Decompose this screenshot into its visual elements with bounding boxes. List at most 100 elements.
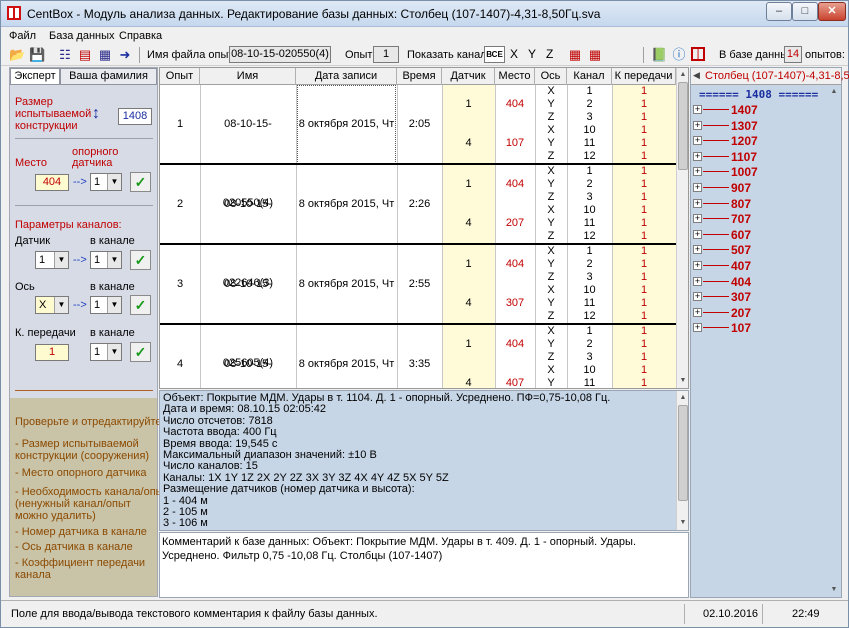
tab-expert[interactable]: Эксперт (10, 68, 60, 85)
experiment-field[interactable]: 1 (373, 46, 399, 63)
delete-channel-icon[interactable]: ▦ (567, 47, 583, 63)
tab-surname[interactable]: Ваша фамилия (60, 68, 157, 85)
sensor-channel-select[interactable]: 1 ▼ (90, 251, 122, 269)
table-row[interactable]: 3 08-10-15-025605(4) 8 октября 2015, Чт 2:5… (160, 245, 676, 369)
scroll-down-icon[interactable]: ▼ (677, 516, 688, 529)
table-row[interactable]: 2 08-10-15-022646(3) 8 октября 2015, Чт 2:2… (160, 165, 676, 289)
collapse-icon[interactable]: ◀ (693, 70, 700, 81)
scroll-thumb[interactable] (678, 405, 688, 501)
expand-icon[interactable]: + (693, 120, 702, 130)
expand-icon[interactable]: + (693, 167, 702, 177)
expand-icon[interactable]: + (693, 276, 702, 286)
col-header[interactable]: Время (397, 68, 442, 85)
scroll-thumb[interactable] (678, 82, 688, 170)
col-header[interactable]: Ось (535, 68, 567, 85)
arrow-right-icon[interactable]: ➜ (117, 47, 133, 63)
col-header[interactable]: Опыт (160, 68, 200, 85)
book-icon[interactable]: 📗 (651, 47, 667, 63)
tree-root[interactable]: ====== 1408 ====== (699, 88, 818, 101)
database-icon[interactable]: ▦ (97, 47, 113, 63)
delete-experiment-icon[interactable]: ▦ (587, 47, 603, 63)
menu-database[interactable]: База данных (49, 30, 115, 42)
info-scrollbar[interactable]: ▲ ▼ (676, 391, 688, 530)
table-row[interactable]: 1 08-10-15-020550(4) 8 октября 2015, Чт 2:0… (160, 85, 676, 209)
info-icon[interactable]: ⓘ (671, 47, 687, 63)
tree-item[interactable]: +707 (693, 212, 823, 226)
gain-channel-select[interactable]: 1 ▼ (90, 343, 122, 361)
divider (15, 138, 153, 139)
tree-item[interactable]: +507 (693, 243, 823, 257)
apply-place-button[interactable]: ✓ (130, 172, 151, 192)
divider (15, 205, 153, 206)
axis-select[interactable]: X ▼ (35, 296, 69, 314)
save-icon[interactable]: 💾 (29, 47, 45, 63)
tree-item[interactable]: +1407 (693, 103, 823, 117)
hint-line: конструкции (сооружения) (15, 450, 150, 462)
tree-item[interactable]: +1307 (693, 119, 823, 133)
scroll-up-icon[interactable]: ▲ (677, 391, 688, 404)
place-sensor-select[interactable]: 1 ▼ (90, 173, 122, 191)
db-comment-field[interactable]: Комментарий к базе данных: Объект: Покры… (159, 532, 689, 598)
tree-item[interactable]: +607 (693, 228, 823, 242)
tree-item[interactable]: +407 (693, 259, 823, 273)
table-icon[interactable]: ▤ (77, 47, 93, 63)
sensor-select[interactable]: 1 ▼ (35, 251, 69, 269)
tree-scrollbar[interactable]: ▲ ▼ (828, 85, 841, 597)
row-time: 2:05 (408, 118, 431, 130)
col-header[interactable]: Датчик (442, 68, 495, 85)
channel-y-button[interactable]: Y (528, 47, 536, 61)
scroll-up-icon[interactable]: ▲ (677, 68, 688, 81)
col-header[interactable]: Место (495, 68, 535, 85)
close-button[interactable]: ✕ (818, 2, 846, 21)
experiment-info-panel[interactable]: Объект: Покрытие МДМ. Удары в т. 1104. Д… (159, 390, 689, 531)
open-folder-icon[interactable]: 📂 (9, 47, 25, 63)
menu-help[interactable]: Справка (119, 30, 162, 42)
apply-axis-button[interactable]: ✓ (130, 295, 151, 315)
axis-channel-select[interactable]: 1 ▼ (90, 296, 122, 314)
tree-item[interactable]: +807 (693, 197, 823, 211)
scroll-down-icon[interactable]: ▼ (677, 374, 688, 387)
exit-icon[interactable]: | (691, 47, 705, 61)
channel-z-button[interactable]: Z (546, 47, 553, 61)
expand-icon[interactable]: + (693, 214, 702, 224)
place-input[interactable]: 404 (35, 174, 69, 191)
tree-item[interactable]: +1007 (693, 165, 823, 179)
apply-sensor-button[interactable]: ✓ (130, 250, 151, 270)
expand-icon[interactable]: + (693, 136, 702, 146)
expand-icon[interactable]: + (693, 198, 702, 208)
tree-item[interactable]: +107 (693, 321, 823, 335)
table-row[interactable]: 4 08-10-15-033558(3) 8 октября 2015, Чт 3:3… (160, 325, 676, 388)
tree-item[interactable]: +1107 (693, 150, 823, 164)
expand-icon[interactable]: + (693, 307, 702, 317)
col-header[interactable]: Имя (200, 68, 296, 85)
menu-file[interactable]: Файл (9, 30, 36, 42)
apply-gain-button[interactable]: ✓ (130, 342, 151, 362)
scroll-up-icon[interactable]: ▲ (828, 85, 840, 98)
col-header[interactable]: К передачи (612, 68, 676, 85)
size-input[interactable]: 1408 (118, 108, 152, 125)
gain-input[interactable]: 1 (35, 344, 69, 361)
tree-item[interactable]: +404 (693, 275, 823, 289)
channel-x-button[interactable]: X (510, 47, 518, 61)
table-scrollbar[interactable]: ▲ ▼ (676, 68, 688, 388)
channel-all-button[interactable]: ВСЕ (484, 46, 505, 63)
expand-icon[interactable]: + (693, 229, 702, 239)
expand-icon[interactable]: + (693, 183, 702, 192)
expand-icon[interactable]: + (693, 245, 702, 255)
col-header[interactable]: Канал (567, 68, 612, 85)
expand-icon[interactable]: + (693, 151, 702, 161)
maximize-button[interactable]: □ (792, 2, 818, 21)
tree-icon[interactable]: ☷ (57, 47, 73, 63)
minimize-button[interactable]: – (766, 2, 792, 21)
tree-item[interactable]: +307 (693, 290, 823, 304)
expand-icon[interactable]: + (693, 292, 702, 302)
expand-icon[interactable]: + (693, 261, 702, 270)
col-header[interactable]: Дата записи (296, 68, 397, 85)
expand-icon[interactable]: + (693, 323, 702, 333)
tree-item[interactable]: +207 (693, 306, 823, 320)
expand-icon[interactable]: + (693, 105, 702, 114)
tree-item[interactable]: +1207 (693, 134, 823, 148)
file-name-field[interactable]: 08-10-15-020550(4) (229, 46, 331, 63)
scroll-down-icon[interactable]: ▼ (828, 583, 840, 596)
tree-item[interactable]: +907 (693, 181, 823, 195)
